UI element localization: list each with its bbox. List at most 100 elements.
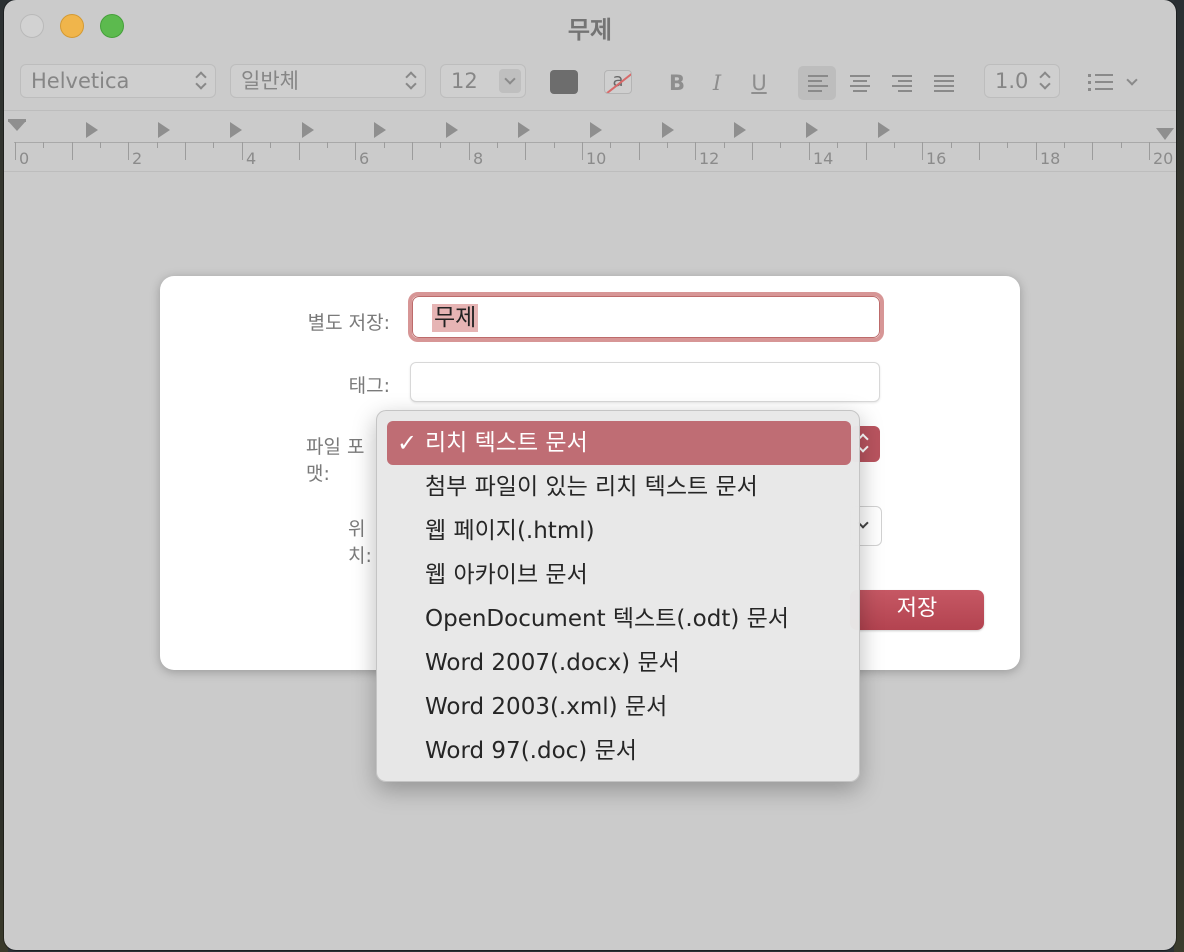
ruler-tick [412,142,413,160]
italic-button[interactable]: I [702,68,732,98]
tab-stop-marker[interactable] [446,122,458,138]
format-toolbar: Helvetica 일반체 12 a B I U 1.0 [4,56,1176,108]
highlight-glyph: a [612,70,624,91]
up-down-chevron-icon [405,71,417,91]
right-indent-marker[interactable] [1156,128,1174,140]
align-right-icon [892,75,912,92]
font-size-combo[interactable]: 12 [440,64,526,98]
ruler-label: 14 [813,149,834,168]
left-indent-marker[interactable] [8,121,26,131]
menu-item[interactable]: Word 2007(.docx) 문서 [387,641,851,685]
ruler-tick [1092,142,1093,160]
ruler-tick [72,142,73,160]
font-size-value: 12 [451,69,478,93]
menu-item-label: 웹 아카이브 문서 [425,562,588,588]
font-family-value: Helvetica [31,69,130,93]
ruler-tick [497,142,498,148]
menu-item[interactable]: Word 97(.doc) 문서 [387,729,851,773]
up-down-chevron-icon [1039,71,1051,91]
ruler-border [4,171,1176,172]
tab-stop-marker[interactable] [374,122,386,138]
menu-item[interactable]: 웹 아카이브 문서 [387,553,851,597]
align-center-icon [850,75,870,92]
ruler-tick [554,142,555,148]
menu-item[interactable]: ✓ 리치 텍스트 문서 [387,421,851,465]
ruler-tick [355,142,356,160]
ruler-tick [695,142,696,160]
file-format-label: 파일 포맷: [306,436,365,485]
save-button[interactable]: 저장 [850,590,984,630]
menu-item-label: 웹 페이지(.html) [425,518,595,544]
tab-stop-marker[interactable] [230,122,242,138]
ruler-label: 0 [19,149,30,168]
ruler-tick [213,142,214,148]
tab-stop-marker[interactable] [302,122,314,138]
save-as-value: 무제 [432,304,479,332]
file-format-menu: ✓ 리치 텍스트 문서 첨부 파일이 있는 리치 텍스트 문서웹 페이지(.html… [376,410,860,782]
menu-item[interactable]: Word 2003(.xml) 문서 [387,685,851,729]
tab-stop-marker[interactable] [158,122,170,138]
up-down-chevron-icon [195,71,207,91]
ruler-tick [157,142,158,148]
save-as-field[interactable]: 무제 [408,292,884,342]
tab-stop-marker[interactable] [590,122,602,138]
ruler-tick [667,142,668,148]
tab-stop-marker[interactable] [86,122,98,138]
align-left-button[interactable] [798,66,836,100]
tab-stop-marker[interactable] [662,122,674,138]
ruler-label: 20 [1153,149,1174,168]
ruler-tick [780,142,781,148]
bulleted-list-icon[interactable] [1088,74,1114,94]
tab-stop-marker[interactable] [734,122,746,138]
line-spacing-popup[interactable]: 1.0 [984,64,1060,98]
menu-item[interactable]: OpenDocument 텍스트(.odt) 문서 [387,597,851,641]
align-center-button[interactable] [840,66,878,100]
ruler-tick [242,142,243,160]
tags-field[interactable] [410,362,880,402]
menu-item-label: Word 2007(.docx) 문서 [425,650,680,676]
ruler-tick [922,142,923,160]
highlight-color-button[interactable]: a [604,70,632,94]
ruler-tick [43,142,44,148]
ruler-label: 10 [586,149,607,168]
ruler-tick [1007,142,1008,148]
ruler-tick [525,142,526,160]
textedit-window: 무제 Helvetica 일반체 12 a B I U 1.0 0 2 4 6 … [4,0,1176,950]
ruler-label: 12 [699,149,720,168]
ruler-tick [1149,142,1150,160]
ruler-tick [384,142,385,148]
font-style-popup[interactable]: 일반체 [230,64,426,98]
ruler-tick [809,142,810,160]
ruler-baseline [14,142,1176,143]
underline-button[interactable]: U [744,68,774,98]
menu-item[interactable]: 웹 페이지(.html) [387,509,851,553]
ruler-tick [610,142,611,148]
tab-stop-marker[interactable] [518,122,530,138]
align-left-icon [808,75,828,92]
ruler-tick [1064,142,1065,148]
title-bar: 무제 [4,0,1176,52]
ruler-label: 2 [132,149,143,168]
ruler-tick [752,142,753,160]
menu-item[interactable]: 첨부 파일이 있는 리치 텍스트 문서 [387,465,851,509]
font-family-popup[interactable]: Helvetica [20,64,216,98]
chevron-down-icon[interactable] [1126,74,1138,86]
ruler-tick [724,142,725,148]
menu-item-label: 리치 텍스트 문서 [425,430,588,456]
window-title: 무제 [567,16,613,44]
menu-item-label: Word 97(.doc) 문서 [425,738,637,764]
text-color-well[interactable] [550,70,578,94]
ruler-tick [1036,142,1037,160]
ruler-tick [128,142,129,160]
align-right-button[interactable] [882,66,920,100]
toolbar-divider [4,110,1176,111]
tab-stop-marker[interactable] [878,122,890,138]
tags-label: 태그: [348,375,390,397]
ruler-tick [1121,142,1122,148]
align-justify-button[interactable] [924,66,962,100]
bold-button[interactable]: B [662,68,692,98]
tab-stop-marker[interactable] [806,122,818,138]
menu-item-label: Word 2003(.xml) 문서 [425,694,668,720]
ruler-tick [100,142,101,148]
chevron-down-icon[interactable] [499,69,521,93]
